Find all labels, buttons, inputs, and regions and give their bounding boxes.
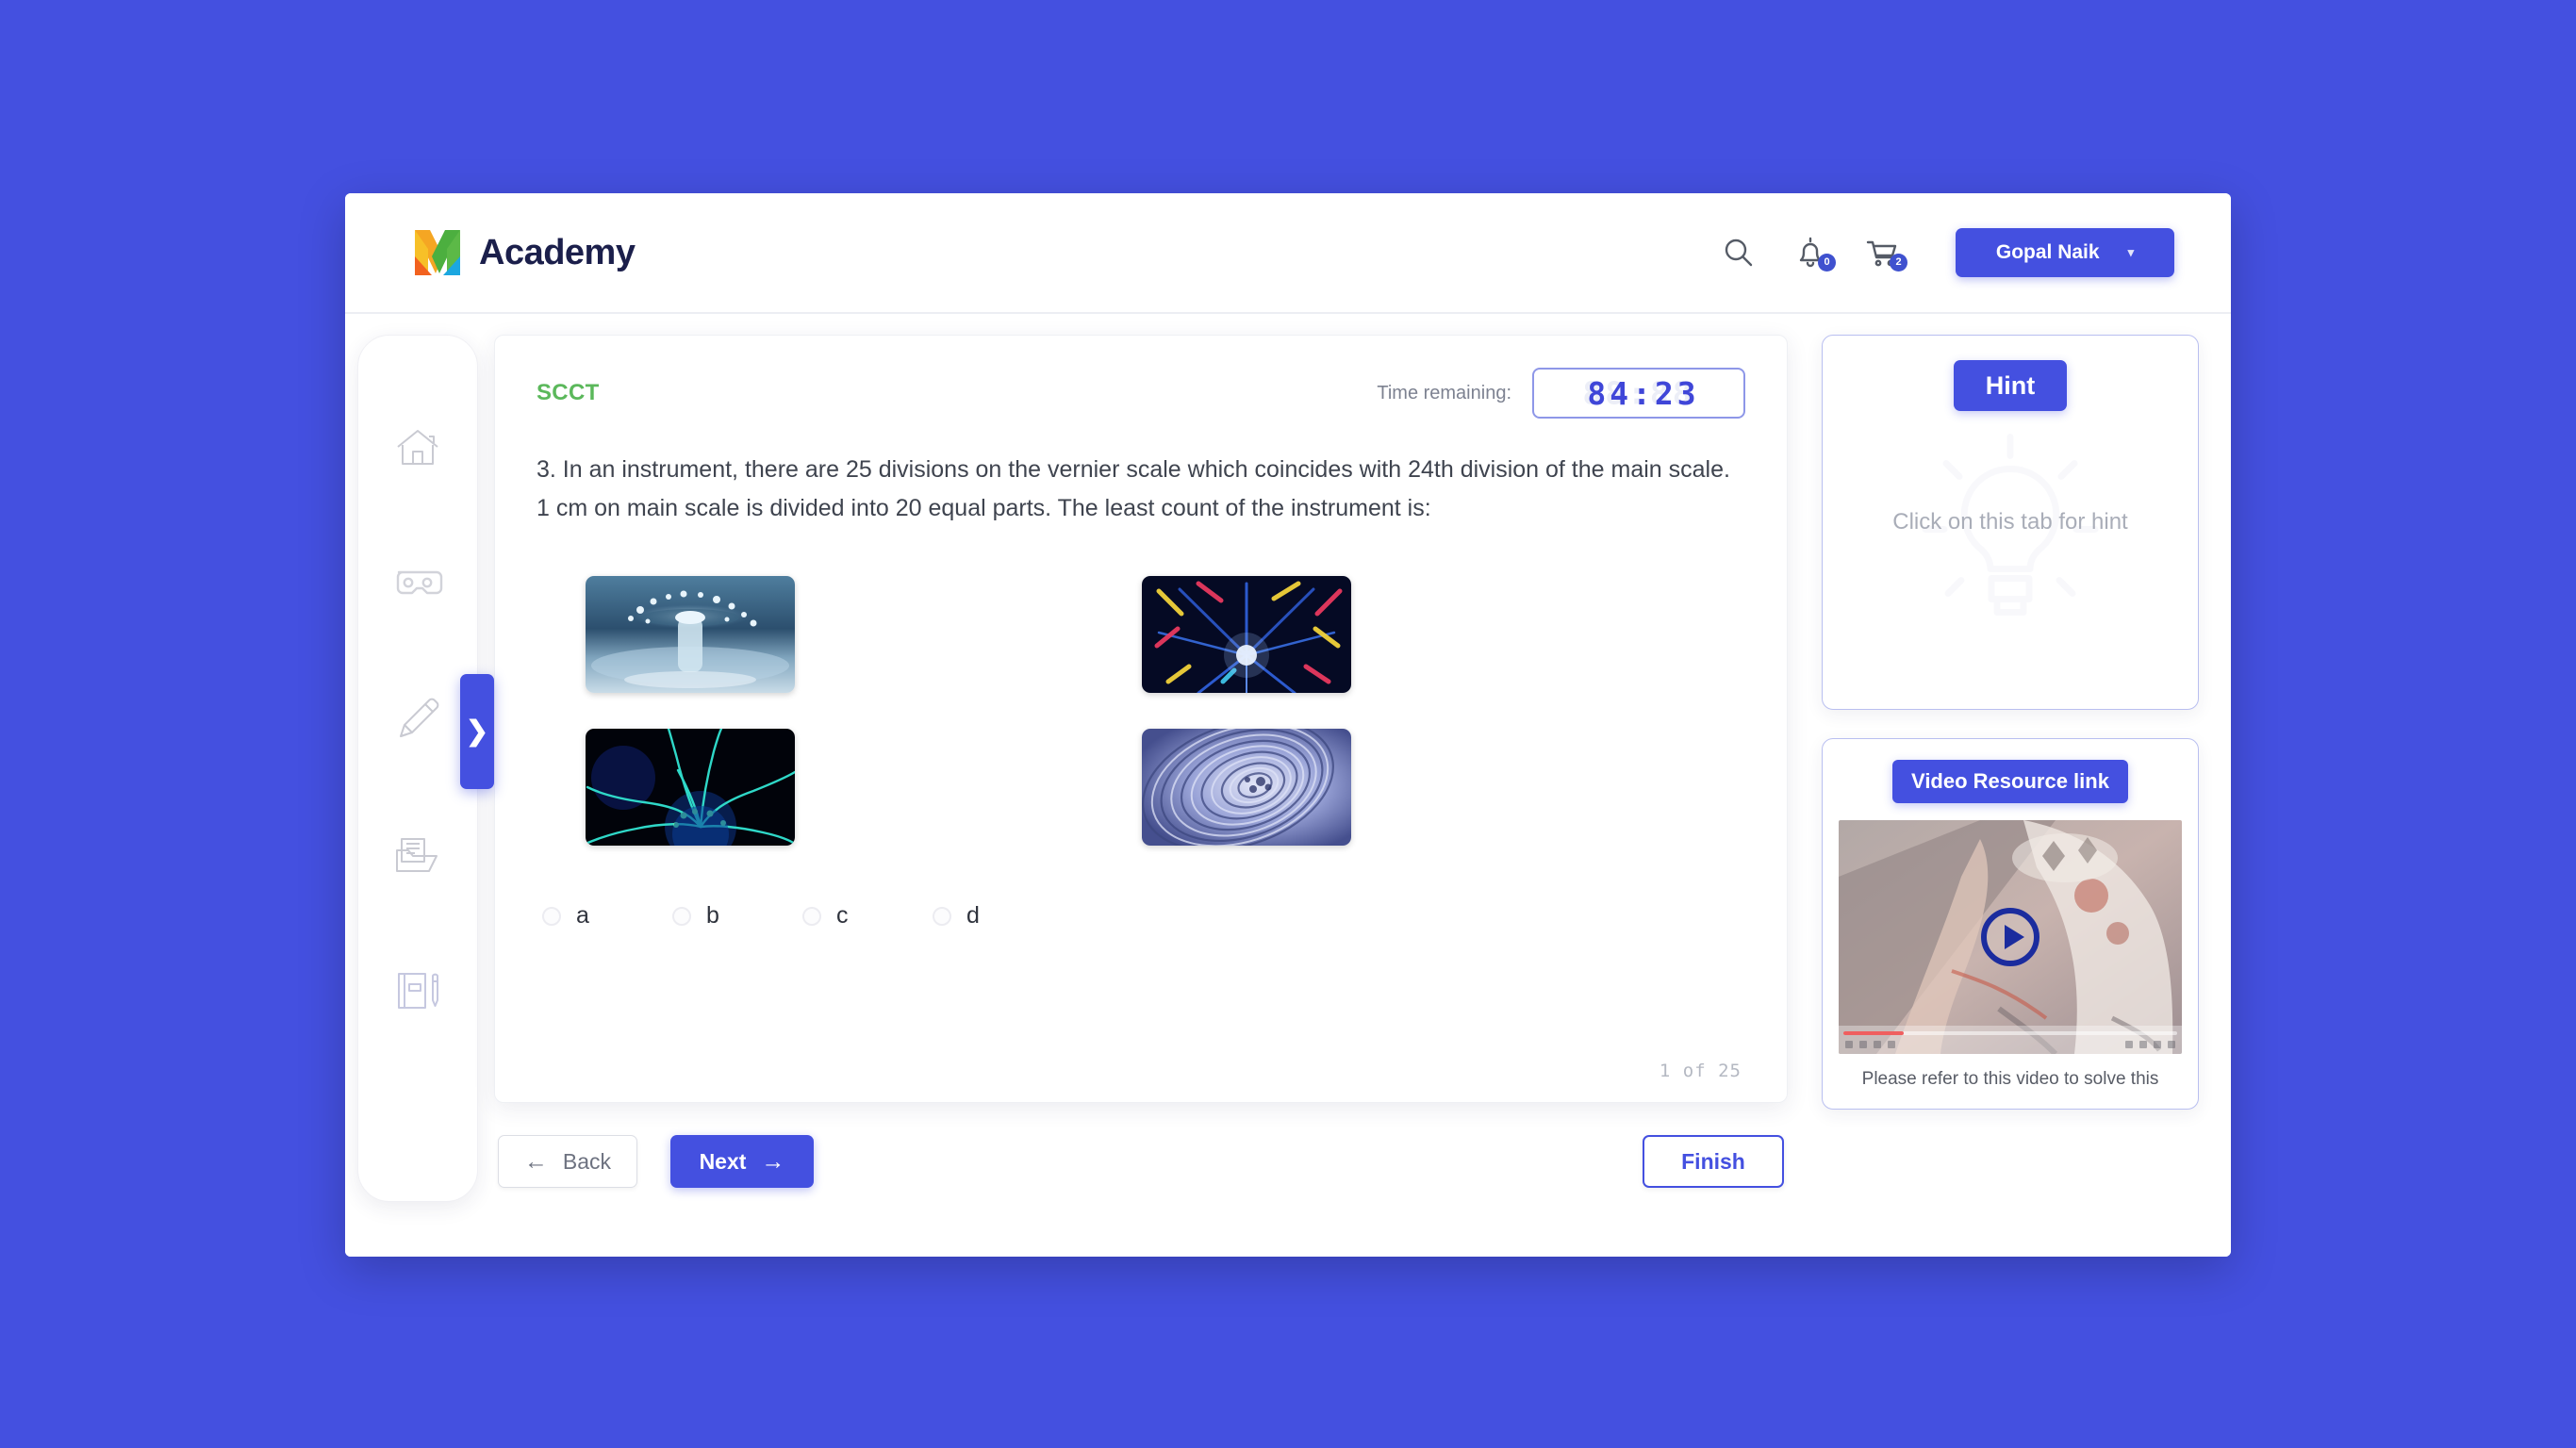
app-header: Academy 0 2 Gopal Naik ▾ xyxy=(345,193,2231,314)
timer-value: 84:23 xyxy=(1587,374,1700,412)
back-button[interactable]: ← Back xyxy=(498,1135,637,1188)
theater-mode-icon[interactable] xyxy=(2154,1041,2161,1048)
play-pause-icon[interactable] xyxy=(1845,1041,1853,1048)
sidebar-item-practice[interactable] xyxy=(387,688,449,750)
search-icon[interactable] xyxy=(1720,234,1758,272)
brand[interactable]: Academy xyxy=(411,228,636,277)
back-button-label: Back xyxy=(562,1148,612,1174)
time-display-icon xyxy=(1888,1041,1895,1048)
finish-button[interactable]: Finish xyxy=(1643,1135,1784,1188)
folder-documents-icon xyxy=(392,833,443,877)
bell-badge: 0 xyxy=(1818,254,1836,272)
video-controls-bar[interactable] xyxy=(1839,1026,2182,1054)
captions-icon[interactable] xyxy=(2139,1041,2147,1048)
question-text: 3. In an instrument, there are 25 divisi… xyxy=(537,456,1730,521)
next-button-label: Next xyxy=(699,1148,747,1174)
stop-icon[interactable] xyxy=(1859,1041,1867,1048)
option-image-c[interactable] xyxy=(586,729,795,846)
chevron-right-icon: ❯ xyxy=(465,716,489,747)
sidebar-item-vr[interactable] xyxy=(387,552,449,615)
answer-choices: a b c d xyxy=(537,902,1745,930)
option-images xyxy=(537,576,1745,846)
hint-placeholder-text: Click on this tab for hint xyxy=(1892,509,2128,535)
arrow-left-icon: ← xyxy=(523,1147,548,1175)
choice-label-d: d xyxy=(966,902,980,929)
choice-d[interactable]: d xyxy=(933,902,1063,930)
bell-icon[interactable]: 0 xyxy=(1792,234,1836,272)
choice-label-c: c xyxy=(836,902,849,929)
video-resource-button[interactable]: Video Resource link xyxy=(1892,760,2128,803)
app-body: ❯ SCCT Time remaining: 88:88 84:23 3. In… xyxy=(345,314,2231,1257)
volume-icon[interactable] xyxy=(1874,1041,1881,1048)
video-panel: Video Resource link Please refer to this… xyxy=(1822,738,2199,1110)
video-progress-fill xyxy=(1843,1031,1904,1035)
option-image-a[interactable] xyxy=(586,576,795,693)
page-counter: 1 of 25 xyxy=(1659,1061,1742,1081)
fullscreen-icon[interactable] xyxy=(2168,1041,2175,1048)
header-actions: 0 2 Gopal Naik ▾ xyxy=(1720,228,2174,277)
radio-b[interactable] xyxy=(672,906,691,926)
choice-a[interactable]: a xyxy=(542,902,672,930)
arrow-right-icon: → xyxy=(761,1147,785,1175)
vr-goggles-icon xyxy=(392,567,443,601)
notebook-pen-icon xyxy=(393,968,442,1013)
user-menu-button[interactable]: Gopal Naik ▾ xyxy=(1956,228,2174,277)
sidebar-item-resources[interactable] xyxy=(387,824,449,886)
sidebar-item-notebook[interactable] xyxy=(387,960,449,1022)
brand-name: Academy xyxy=(479,232,636,272)
user-name: Gopal Naik xyxy=(1995,241,2100,263)
option-image-d[interactable] xyxy=(1142,729,1351,846)
choice-c[interactable]: c xyxy=(802,902,933,930)
home-icon xyxy=(394,426,441,469)
quiz-card: SCCT Time remaining: 88:88 84:23 3. In a… xyxy=(494,335,1788,1103)
timer-area: Time remaining: 88:88 84:23 xyxy=(1377,368,1745,419)
hint-button-label: Hint xyxy=(1985,370,2036,400)
choice-b[interactable]: b xyxy=(672,902,802,930)
radio-a[interactable] xyxy=(542,906,561,926)
quiz-header: SCCT Time remaining: 88:88 84:23 xyxy=(537,368,1745,419)
quiz-column: SCCT Time remaining: 88:88 84:23 3. In a… xyxy=(485,335,1788,1257)
quiz-code: SCCT xyxy=(537,380,600,405)
choice-label-b: b xyxy=(706,902,719,929)
radio-c[interactable] xyxy=(802,906,821,926)
video-controls-left[interactable] xyxy=(1845,1041,1895,1048)
next-button[interactable]: Next → xyxy=(670,1135,814,1188)
cart-icon[interactable]: 2 xyxy=(1863,234,1907,272)
hint-panel[interactable]: Hint Click on this tab for hint xyxy=(1822,335,2199,710)
sidebar-expand-tab[interactable]: ❯ xyxy=(460,674,494,789)
cart-badge: 2 xyxy=(1890,254,1907,272)
radio-d[interactable] xyxy=(933,906,951,926)
chevron-down-icon: ▾ xyxy=(2127,245,2135,259)
lightbulb-icon xyxy=(1916,431,2105,658)
pencil-icon xyxy=(393,695,442,744)
timer-label: Time remaining: xyxy=(1377,382,1511,403)
finish-button-label: Finish xyxy=(1681,1148,1745,1174)
choice-label-a: a xyxy=(576,902,589,929)
hint-button[interactable]: Hint xyxy=(1953,360,2068,411)
app-window: Academy 0 2 Gopal Naik ▾ ❯ SCCT Time rem… xyxy=(345,193,2231,1257)
option-image-b[interactable] xyxy=(1142,576,1351,693)
video-controls-right[interactable] xyxy=(2125,1041,2175,1048)
video-resource-label: Video Resource link xyxy=(1911,769,2109,793)
play-icon[interactable] xyxy=(1979,906,2041,968)
settings-icon[interactable] xyxy=(2125,1041,2133,1048)
left-rail-wrapper: ❯ xyxy=(345,335,494,1257)
side-panels: Hint Click on this tab for hint Video Re… xyxy=(1822,335,2199,1257)
video-thumbnail[interactable] xyxy=(1839,820,2182,1054)
video-progress-bar[interactable] xyxy=(1843,1031,2177,1035)
timer-display: 88:88 84:23 xyxy=(1532,368,1745,419)
academy-logo-icon xyxy=(411,228,464,277)
sidebar-item-home[interactable] xyxy=(387,417,449,479)
video-caption: Please refer to this video to solve this xyxy=(1861,1069,2159,1089)
quiz-navigation: ← Back Next → Finish xyxy=(494,1135,1788,1188)
